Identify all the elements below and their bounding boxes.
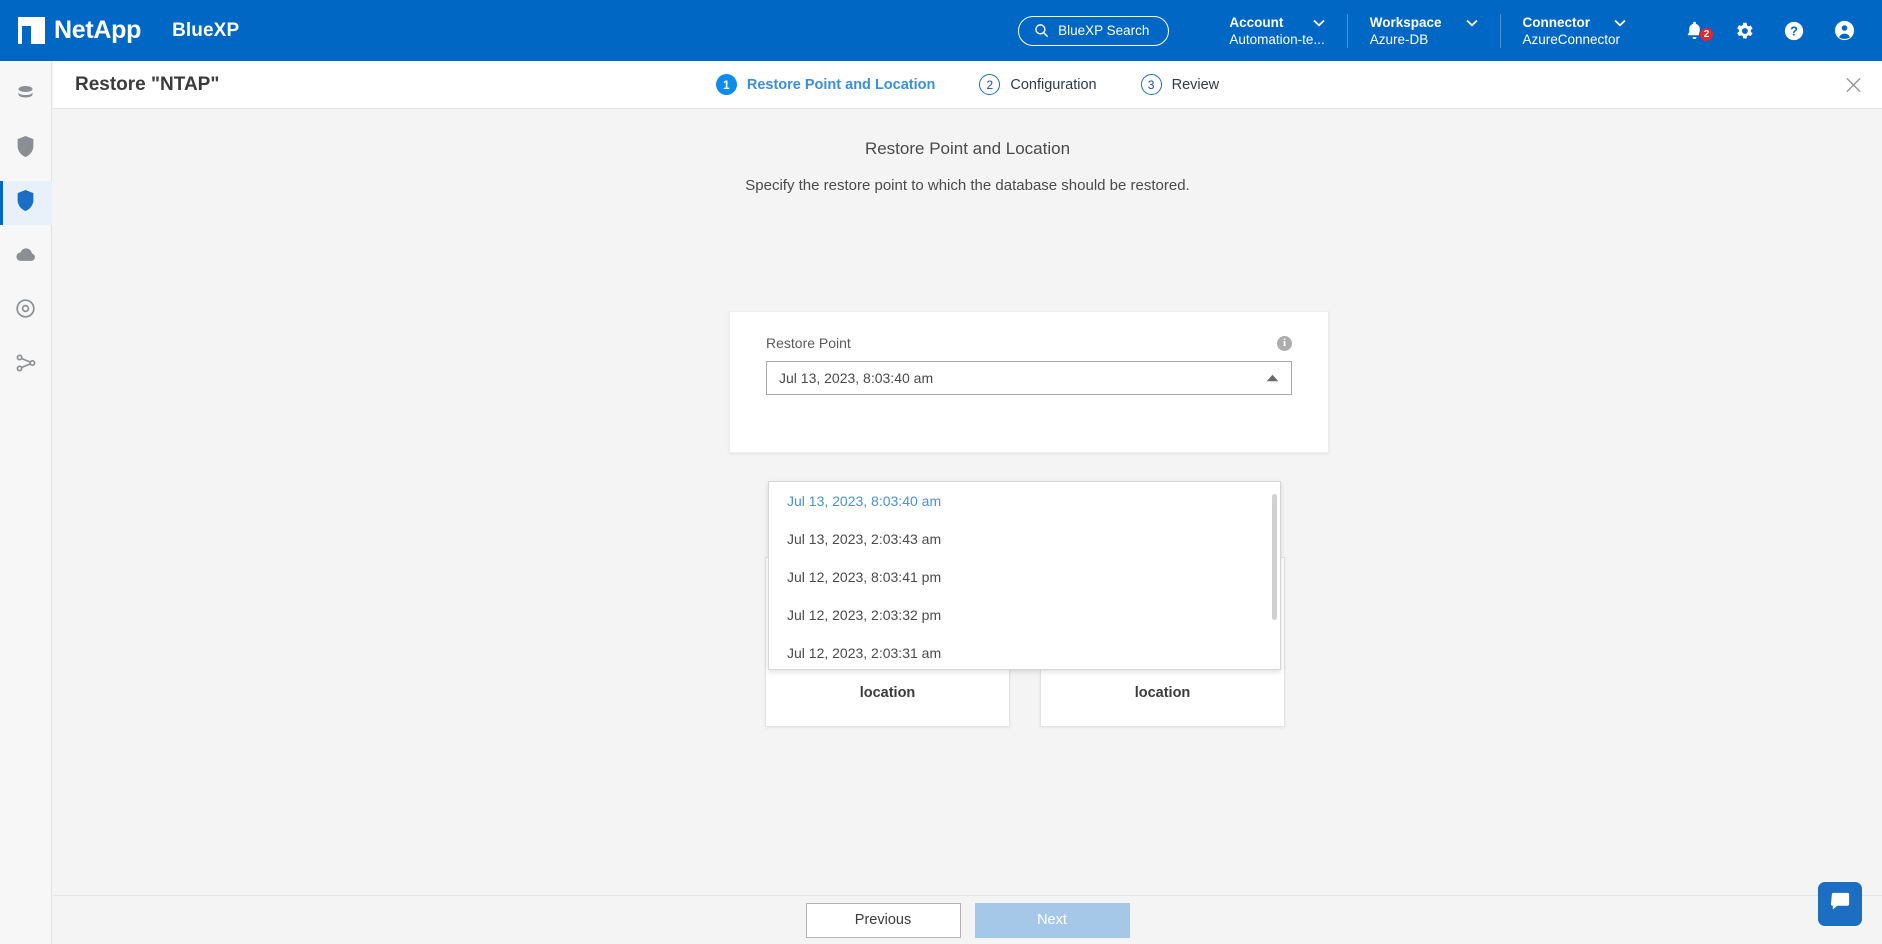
restore-point-form-card: Restore Point i Jul 13, 2023, 8:03:40 am (729, 311, 1329, 453)
canvas-icon (15, 82, 36, 108)
location-card-original-label: location (860, 683, 916, 704)
step-2-label: Configuration (1010, 77, 1096, 93)
bluexp-search-label: BlueXP Search (1058, 23, 1149, 38)
connector-selector[interactable]: Connector AzureConnector (1500, 14, 1649, 48)
restore-point-label-row: Restore Point i (766, 335, 1292, 351)
settings-button[interactable] (1733, 20, 1755, 42)
wizard-body: Restore Point and Location Specify the r… (53, 109, 1882, 895)
workspace-selector-value: Azure-DB (1370, 32, 1478, 47)
wizard-header: Restore "NTAP" 1 Restore Point and Locat… (53, 61, 1882, 109)
connector-selector-value: AzureConnector (1523, 32, 1627, 47)
sidebar-item-governance[interactable] (0, 289, 52, 333)
protection-shield-icon (15, 189, 36, 217)
bluexp-search-button[interactable]: BlueXP Search (1018, 16, 1169, 46)
step-configuration[interactable]: 2 Configuration (979, 74, 1096, 95)
sidebar-item-protection[interactable] (0, 181, 52, 225)
close-icon (1845, 80, 1862, 97)
step-1-label: Restore Point and Location (747, 77, 936, 93)
connector-selector-title: Connector (1523, 15, 1591, 30)
dropdown-option[interactable]: Jul 12, 2023, 8:03:41 pm (769, 558, 1280, 596)
netapp-wordmark: NetApp (54, 16, 141, 45)
notification-count-badge: 2 (1699, 27, 1714, 42)
previous-button[interactable]: Previous (806, 903, 961, 938)
step-review[interactable]: 3 Review (1141, 74, 1220, 95)
location-card-alternate-label: location (1135, 683, 1191, 704)
account-selector-title: Account (1229, 15, 1283, 30)
dropdown-option[interactable]: Jul 12, 2023, 2:03:32 pm (769, 596, 1280, 634)
section-subheading: Specify the restore point to which the d… (53, 177, 1882, 194)
dropdown-option[interactable]: Jul 12, 2023, 2:03:31 am (769, 634, 1280, 670)
netapp-logo-icon (18, 17, 45, 44)
account-selector-value: Automation-te... (1229, 32, 1324, 47)
chat-bubble-icon (1829, 890, 1852, 918)
step-3-label: Review (1172, 77, 1220, 93)
gear-icon (1733, 29, 1755, 46)
account-selector[interactable]: Account Automation-te... (1207, 14, 1346, 48)
workspace-selector-title: Workspace (1370, 15, 1442, 30)
account-selector-top: Account (1229, 15, 1324, 30)
dropdown-option[interactable]: Jul 13, 2023, 2:03:43 am (769, 520, 1280, 558)
restore-wizard-panel: Restore "NTAP" 1 Restore Point and Locat… (53, 61, 1882, 944)
next-button[interactable]: Next (975, 903, 1130, 938)
health-shield-icon (15, 135, 36, 163)
restore-point-selected-value: Jul 13, 2023, 8:03:40 am (779, 370, 933, 386)
governance-icon (15, 298, 36, 324)
top-bar-right-cluster: BlueXP Search Account Automation-te... W… (1018, 0, 1882, 61)
close-wizard-button[interactable] (1845, 76, 1862, 93)
step-restore-point-and-location[interactable]: 1 Restore Point and Location (716, 74, 936, 95)
user-avatar-icon (1833, 29, 1856, 46)
step-2-number: 2 (979, 74, 1000, 95)
sidebar-item-extensions[interactable] (0, 343, 52, 387)
restore-point-label: Restore Point (766, 335, 851, 351)
chevron-up-icon (1266, 374, 1279, 382)
svg-text:?: ? (1790, 23, 1798, 38)
connector-selector-top: Connector (1523, 15, 1627, 30)
info-icon[interactable]: i (1277, 336, 1292, 351)
top-navigation-bar: NetApp BlueXP BlueXP Search Account Auto… (0, 0, 1882, 61)
top-bar-icons: 2 ? (1648, 19, 1882, 42)
mobility-icon (15, 352, 37, 379)
workspace-selector[interactable]: Workspace Azure-DB (1347, 14, 1500, 48)
workspace-selector-top: Workspace (1370, 15, 1478, 30)
netapp-logo[interactable]: NetApp (18, 16, 141, 45)
dropdown-scrollbar-thumb[interactable] (1272, 494, 1277, 620)
step-1-number: 1 (716, 74, 737, 95)
brand-block: NetApp BlueXP (0, 16, 239, 45)
restore-point-select[interactable]: Jul 13, 2023, 8:03:40 am (766, 361, 1292, 395)
chevron-down-icon (1466, 15, 1478, 30)
help-button[interactable]: ? (1783, 20, 1805, 42)
bluexp-product-name: BlueXP (172, 20, 239, 42)
cloud-icon (15, 245, 37, 270)
wizard-footer: Previous Next (53, 895, 1882, 944)
chat-support-button[interactable] (1818, 882, 1862, 926)
dropdown-option[interactable]: Jul 13, 2023, 8:03:40 am (769, 482, 1280, 520)
wizard-stepper: 1 Restore Point and Location 2 Configura… (716, 74, 1219, 95)
sidebar-item-health[interactable] (0, 127, 52, 171)
sidebar-item-canvas[interactable] (0, 73, 52, 117)
search-icon (1034, 23, 1049, 38)
chevron-down-icon (1313, 15, 1325, 30)
left-navigation-rail (0, 61, 52, 944)
user-account-button[interactable] (1833, 19, 1856, 42)
sidebar-item-mobility[interactable] (0, 235, 52, 279)
section-heading: Restore Point and Location (53, 109, 1882, 159)
page-title: Restore "NTAP" (75, 74, 219, 96)
step-3-number: 3 (1141, 74, 1162, 95)
restore-point-dropdown-list: Jul 13, 2023, 8:03:40 am Jul 13, 2023, 2… (768, 481, 1281, 670)
chevron-down-icon (1614, 15, 1626, 30)
notifications-button[interactable]: 2 (1684, 20, 1705, 41)
help-icon: ? (1783, 29, 1805, 46)
